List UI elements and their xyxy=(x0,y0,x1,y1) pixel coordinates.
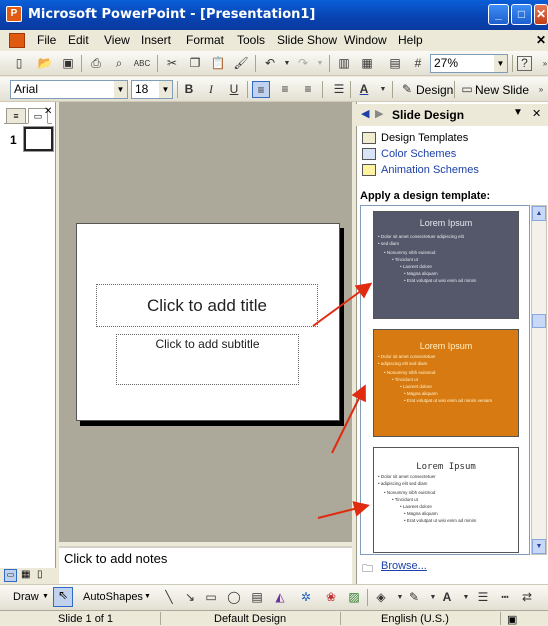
line-style-icon[interactable]: ☰ xyxy=(474,589,492,606)
arrow-to-template-1 xyxy=(312,282,373,327)
chevron-down-icon[interactable]: ▼ xyxy=(42,593,49,600)
separator xyxy=(340,612,341,625)
chevron-down-icon[interactable]: ▼ xyxy=(457,589,475,606)
clip-art-icon[interactable]: ❀ xyxy=(322,589,340,606)
arrow-style-icon[interactable]: ⇄ xyxy=(518,589,536,606)
chevron-down-icon[interactable]: ▼ xyxy=(144,593,151,600)
design-name: Default Design xyxy=(214,613,287,625)
fill-color-icon[interactable]: ◈ xyxy=(372,589,390,606)
arrow-to-template-2 xyxy=(331,384,366,454)
wordart-icon[interactable]: ◭ xyxy=(271,589,289,606)
line-color-icon[interactable]: ✎ xyxy=(405,589,423,606)
drawing-toolbar: Draw ▼ ⇖ AutoShapes ▼ ╲ ↘ ▭ ◯ ▤ ◭ ✲ ❀ ▨ … xyxy=(0,584,548,610)
draw-menu[interactable]: Draw xyxy=(13,591,39,603)
dash-style-icon[interactable]: ┅ xyxy=(496,589,514,606)
diagram-icon[interactable]: ✲ xyxy=(297,589,315,606)
separator xyxy=(367,589,368,606)
font-color-icon[interactable]: A xyxy=(438,589,456,606)
arrow-icon[interactable]: ↘ xyxy=(181,589,199,606)
text-box-icon[interactable]: ▤ xyxy=(248,589,266,606)
annotation-arrows xyxy=(312,282,373,519)
language: English (U.S.) xyxy=(381,613,449,625)
arrow-to-template-3 xyxy=(317,501,370,519)
slide-count: Slide 1 of 1 xyxy=(58,613,114,625)
oval-icon[interactable]: ◯ xyxy=(225,589,243,606)
autoshapes-menu[interactable]: AutoShapes xyxy=(83,591,143,603)
rectangle-icon[interactable]: ▭ xyxy=(202,589,220,606)
select-objects-icon[interactable]: ⇖ xyxy=(53,587,73,607)
line-icon[interactable]: ╲ xyxy=(160,589,178,606)
separator xyxy=(500,612,501,625)
spelling-status-icon[interactable]: ▣ xyxy=(507,613,517,626)
status-bar: Slide 1 of 1 Default Design English (U.S… xyxy=(0,610,548,626)
separator xyxy=(160,612,161,625)
picture-icon[interactable]: ▨ xyxy=(345,589,363,606)
